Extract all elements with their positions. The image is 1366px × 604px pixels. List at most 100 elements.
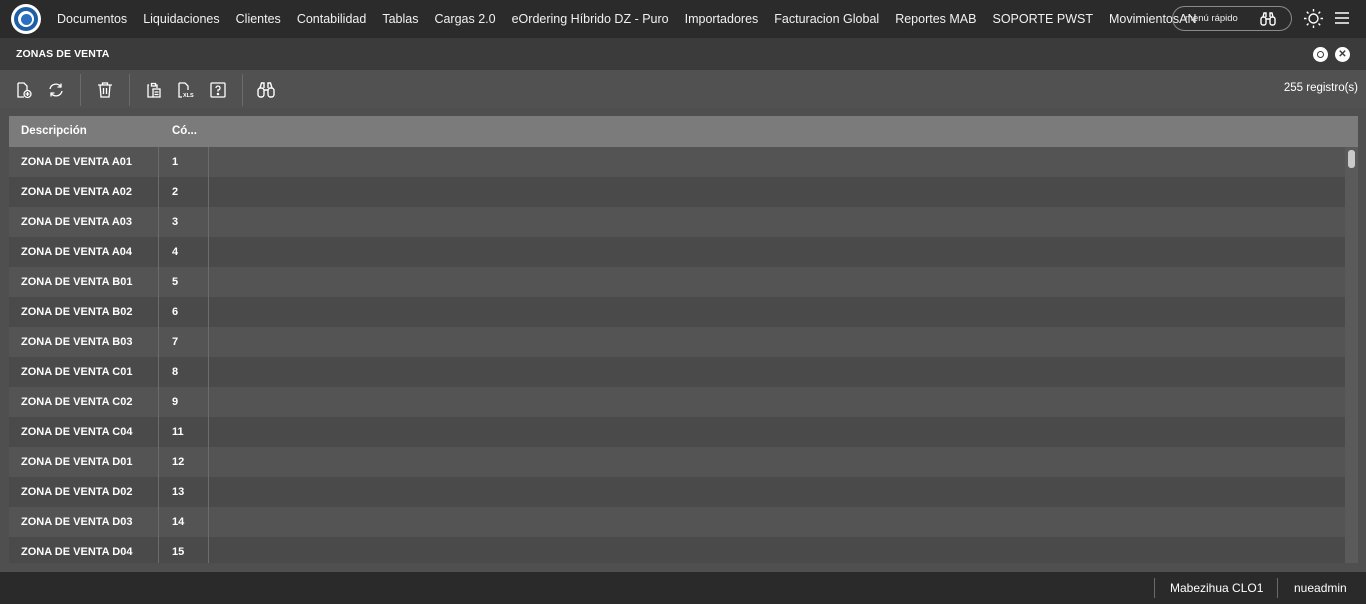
cell-codigo: 11 bbox=[172, 426, 184, 438]
menu-item-importadores[interactable]: Importadores bbox=[677, 0, 767, 38]
record-count: 255 registro(s) bbox=[1283, 82, 1358, 94]
table-row[interactable]: ZONA DE VENTA A01 1 bbox=[9, 147, 1345, 177]
vertical-scrollbar[interactable] bbox=[1345, 147, 1358, 563]
delete-button[interactable] bbox=[95, 80, 115, 100]
column-divider bbox=[208, 147, 209, 563]
cell-descripcion: ZONA DE VENTA A03 bbox=[21, 216, 133, 228]
delete-icon bbox=[98, 82, 112, 98]
cell-codigo: 2 bbox=[172, 186, 179, 198]
menu-item-reportes-mab[interactable]: Reportes MAB bbox=[887, 0, 984, 38]
cell-codigo: 9 bbox=[172, 396, 179, 408]
status-bar: Mabezihua CLO1 nueadmin bbox=[0, 572, 1366, 604]
minimize-icon bbox=[1317, 51, 1324, 58]
cell-descripcion: ZONA DE VENTA D03 bbox=[21, 516, 133, 528]
menu-item-contabilidad[interactable]: Contabilidad bbox=[289, 0, 375, 38]
table-row[interactable]: ZONA DE VENTA C01 8 bbox=[9, 357, 1345, 387]
new-document-icon bbox=[17, 82, 32, 99]
export-xls-icon: XLS bbox=[178, 82, 194, 99]
cell-codigo: 4 bbox=[172, 246, 179, 258]
cell-descripcion: ZONA DE VENTA B03 bbox=[21, 336, 133, 348]
status-separator bbox=[1154, 578, 1155, 598]
close-button[interactable]: ✕ bbox=[1335, 47, 1350, 62]
copy-clipboard-icon bbox=[147, 82, 161, 98]
minimize-button[interactable] bbox=[1313, 47, 1328, 62]
company-logo[interactable] bbox=[11, 4, 41, 34]
table-row[interactable]: ZONA DE VENTA B03 7 bbox=[9, 327, 1345, 357]
cell-codigo: 1 bbox=[172, 156, 179, 168]
scrollbar-thumb[interactable] bbox=[1348, 150, 1355, 168]
column-header-codigo[interactable]: Có... bbox=[172, 125, 197, 137]
cell-descripcion: ZONA DE VENTA B02 bbox=[21, 306, 133, 318]
cell-codigo: 5 bbox=[172, 276, 179, 288]
cell-codigo: 8 bbox=[172, 366, 179, 378]
cell-descripcion: ZONA DE VENTA A02 bbox=[21, 186, 133, 198]
quick-menu-search[interactable]: menú rápido bbox=[1172, 6, 1292, 31]
table-row[interactable]: ZONA DE VENTA D02 13 bbox=[9, 477, 1345, 507]
quick-menu-label: menú rápido bbox=[1185, 13, 1238, 24]
table-row[interactable]: ZONA DE VENTA D01 12 bbox=[9, 447, 1345, 477]
search-binoculars-icon bbox=[257, 82, 275, 98]
user-name[interactable]: nueadmin bbox=[1294, 581, 1347, 595]
menu-item-cargas[interactable]: Cargas 2.0 bbox=[426, 0, 503, 38]
cell-codigo: 13 bbox=[172, 486, 185, 498]
main-menu: Documentos Liquidaciones Clientes Contab… bbox=[49, 0, 1205, 38]
table-row[interactable]: ZONA DE VENTA C02 9 bbox=[9, 387, 1345, 417]
status-separator bbox=[1277, 578, 1278, 598]
data-grid: Descripción Có... ZONA DE VENTA A01 1 ZONA… bbox=[9, 116, 1358, 563]
table-row[interactable]: ZONA DE VENTA D03 14 bbox=[9, 507, 1345, 537]
hamburger-icon[interactable] bbox=[1334, 11, 1350, 30]
cell-descripcion: ZONA DE VENTA C04 bbox=[21, 426, 133, 438]
help-icon bbox=[210, 82, 226, 98]
cell-descripcion: ZONA DE VENTA B01 bbox=[21, 276, 133, 288]
cell-descripcion: ZONA DE VENTA C01 bbox=[21, 366, 133, 378]
search-button[interactable] bbox=[256, 80, 276, 100]
cell-codigo: 7 bbox=[172, 336, 179, 348]
table-row[interactable]: ZONA DE VENTA C04 11 bbox=[9, 417, 1345, 447]
grid-container: Descripción Có... ZONA DE VENTA A01 1 ZONA… bbox=[0, 108, 1366, 572]
cell-codigo: 12 bbox=[172, 456, 185, 468]
table-row[interactable]: ZONA DE VENTA A04 4 bbox=[9, 237, 1345, 267]
menu-item-liquidaciones[interactable]: Liquidaciones bbox=[135, 0, 227, 38]
window-title-bar: ZONAS DE VENTA ✕ bbox=[0, 38, 1366, 70]
new-record-button[interactable] bbox=[14, 80, 34, 100]
cell-codigo: 15 bbox=[172, 546, 185, 558]
help-button[interactable] bbox=[208, 80, 228, 100]
menu-item-facturacion-global[interactable]: Facturacion Global bbox=[766, 0, 887, 38]
cell-codigo: 3 bbox=[172, 216, 179, 228]
close-icon: ✕ bbox=[1338, 48, 1347, 60]
column-header-descripcion[interactable]: Descripción bbox=[21, 125, 87, 137]
grid-rows: ZONA DE VENTA A01 1 ZONA DE VENTA A02 2 ZONA… bbox=[9, 147, 1345, 563]
table-row[interactable]: ZONA DE VENTA B02 6 bbox=[9, 297, 1345, 327]
toolbar: XLS 255 registro(s) bbox=[0, 70, 1366, 108]
cell-descripcion: ZONA DE VENTA A04 bbox=[21, 246, 133, 258]
column-divider bbox=[158, 147, 159, 563]
top-navigation-bar: Documentos Liquidaciones Clientes Contab… bbox=[0, 0, 1366, 38]
company-name[interactable]: Mabezihua CLO1 bbox=[1170, 581, 1263, 595]
menu-item-documentos[interactable]: Documentos bbox=[49, 0, 135, 38]
table-row[interactable]: ZONA DE VENTA D04 15 bbox=[9, 537, 1345, 563]
menu-item-clientes[interactable]: Clientes bbox=[228, 0, 289, 38]
cell-descripcion: ZONA DE VENTA D01 bbox=[21, 456, 133, 468]
grid-header: Descripción Có... bbox=[9, 116, 1358, 147]
refresh-icon bbox=[49, 83, 63, 97]
table-row[interactable]: ZONA DE VENTA B01 5 bbox=[9, 267, 1345, 297]
toolbar-separator bbox=[242, 74, 243, 106]
table-row[interactable]: ZONA DE VENTA A02 2 bbox=[9, 177, 1345, 207]
binoculars-icon[interactable] bbox=[1259, 11, 1277, 32]
refresh-button[interactable] bbox=[46, 80, 66, 100]
cell-codigo: 6 bbox=[172, 306, 179, 318]
cell-descripcion: ZONA DE VENTA D04 bbox=[21, 546, 133, 558]
copy-button[interactable] bbox=[144, 80, 164, 100]
toolbar-separator bbox=[129, 74, 130, 106]
window-title: ZONAS DE VENTA bbox=[16, 48, 110, 60]
menu-item-tablas[interactable]: Tablas bbox=[374, 0, 426, 38]
sun-icon[interactable] bbox=[1303, 8, 1324, 34]
menu-item-soporte-pwst[interactable]: SOPORTE PWST bbox=[984, 0, 1100, 38]
toolbar-separator bbox=[80, 74, 81, 106]
svg-text:XLS: XLS bbox=[183, 93, 194, 99]
table-row[interactable]: ZONA DE VENTA A03 3 bbox=[9, 207, 1345, 237]
cell-codigo: 14 bbox=[172, 516, 185, 528]
menu-item-eordering[interactable]: eOrdering Híbrido DZ - Puro bbox=[504, 0, 677, 38]
cell-descripcion: ZONA DE VENTA C02 bbox=[21, 396, 133, 408]
export-xls-button[interactable]: XLS bbox=[176, 80, 196, 100]
